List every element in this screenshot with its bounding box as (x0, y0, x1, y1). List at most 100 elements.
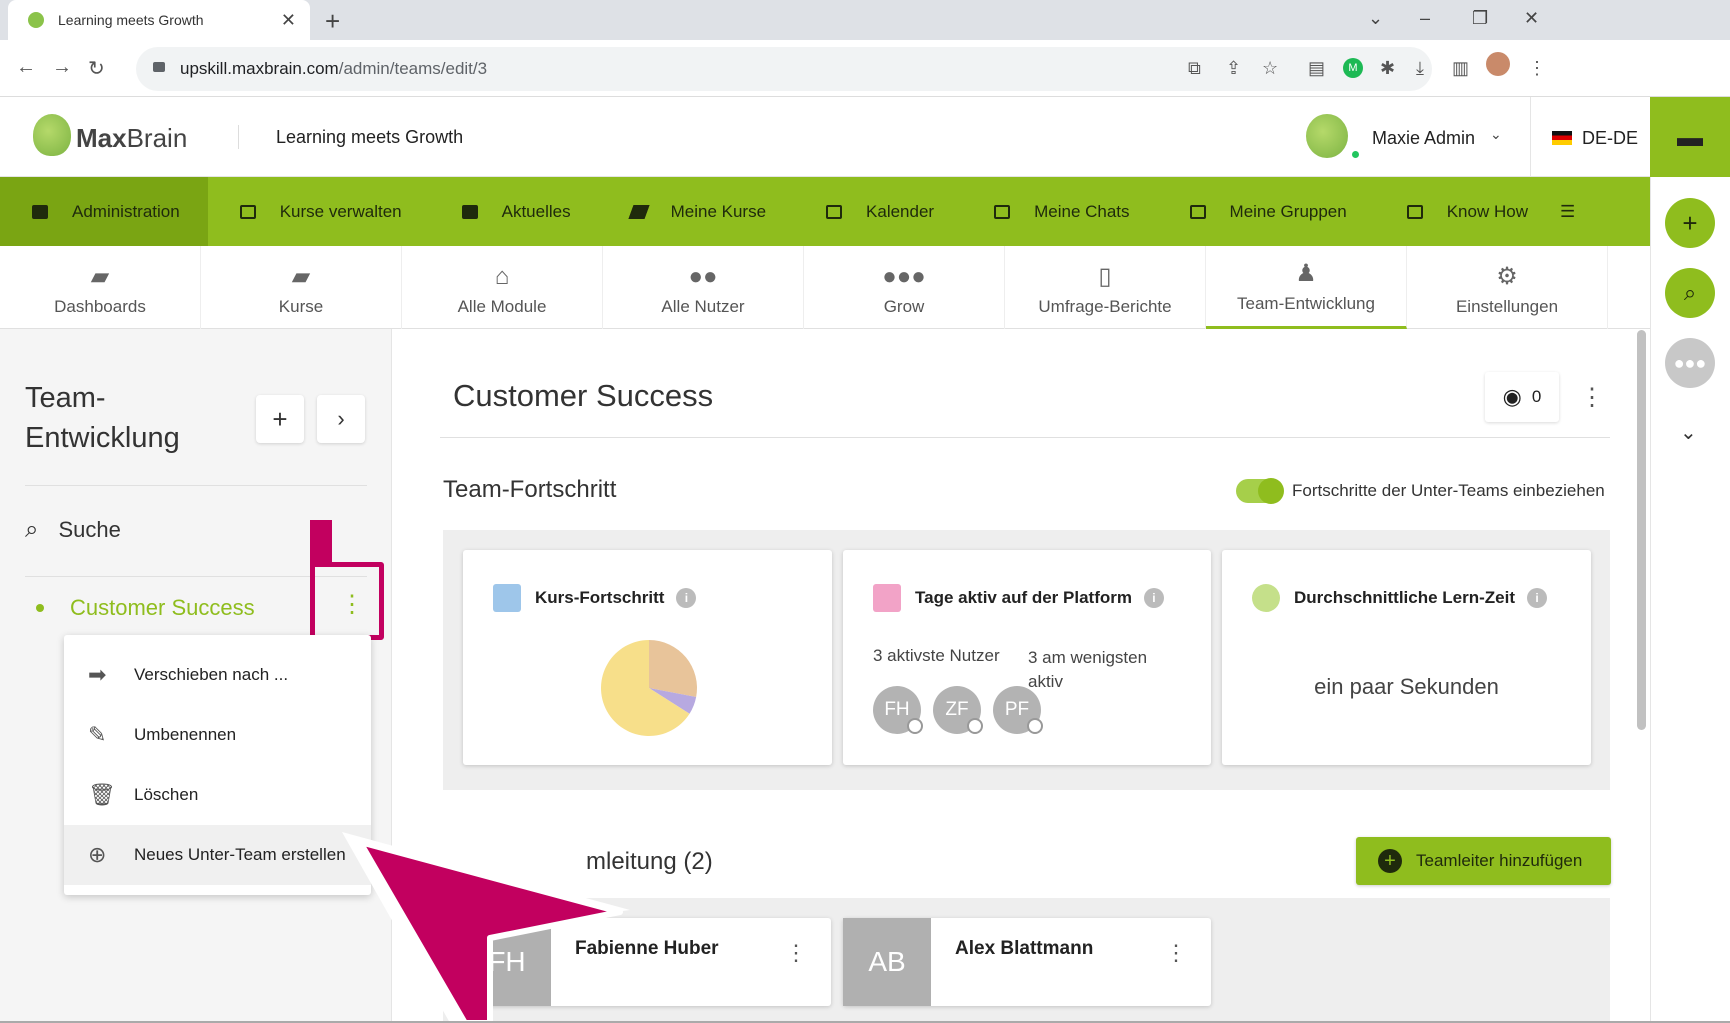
add-button[interactable]: + (1665, 198, 1715, 248)
leader-more-icon[interactable]: ⋮ (1165, 940, 1187, 966)
extension-m-icon[interactable]: M (1343, 58, 1363, 78)
progress-pie-chart (601, 640, 697, 736)
extension-stack-icon[interactable]: ▤ (1308, 58, 1325, 79)
browser-tab[interactable]: Learning meets Growth ✕ (8, 0, 310, 40)
news-icon (461, 204, 478, 219)
card-avg-learning-time: Durchschnittliche Lern-Zeit i ein paar Se… (1222, 550, 1591, 765)
back-icon[interactable]: ← (16, 56, 36, 79)
tab-alle-module[interactable]: ⌂ Alle Module (402, 246, 603, 329)
user-name[interactable]: Maxie Admin (1372, 128, 1475, 149)
reload-icon[interactable]: ↻ (88, 56, 105, 81)
add-team-button[interactable]: + (256, 395, 304, 443)
nav-meine-kurse[interactable]: Meine Kurse (599, 177, 794, 246)
browser-tab-title: Learning meets Growth (58, 12, 204, 28)
menu-item-rename[interactable]: ✎ Umbenennen (64, 705, 371, 765)
nav-kalender[interactable]: Kalender (794, 177, 962, 246)
users-icon: ●● (688, 263, 718, 290)
sidebar-divider (25, 485, 367, 486)
menu-item-move[interactable]: ➡ Verschieben nach ... (64, 645, 371, 705)
tab-dashboards[interactable]: ▰ Dashboards (0, 246, 201, 329)
tab-umfrage-berichte[interactable]: ▯ Umfrage-Berichte (1005, 246, 1206, 329)
profile-avatar[interactable] (1486, 52, 1510, 76)
team-icon: ♟ (1295, 260, 1317, 287)
expand-button[interactable]: › (317, 395, 365, 443)
sidebar-search[interactable]: ⌕ Suche (25, 516, 121, 544)
download-icon[interactable]: ⤓ (1416, 58, 1424, 79)
translate-icon[interactable]: ⧉ (1188, 58, 1201, 79)
tab-team-entwicklung[interactable]: ♟ Team-Entwicklung (1206, 246, 1407, 329)
chevron-down-icon[interactable]: ⌄ (1490, 126, 1502, 143)
most-active-label: 3 aktivste Nutzer (873, 646, 1000, 665)
header-divider (238, 125, 239, 149)
leader-more-icon[interactable]: ⋮ (785, 940, 807, 966)
puzzle-icon[interactable]: ✱ (1380, 58, 1395, 79)
card-course-progress: Kurs-Fortschritt i (463, 550, 832, 765)
team-more-icon[interactable]: ⋮ (340, 593, 364, 617)
eye-icon: ◉ (1502, 384, 1522, 409)
toggle-knob[interactable] (1258, 478, 1284, 504)
trash-icon: 🗑 (88, 782, 116, 807)
course-progress-icon (493, 584, 521, 612)
user-avatar-zf[interactable]: ZF (933, 686, 983, 734)
lang-divider (1530, 97, 1531, 177)
progress-section-title: Team-Fortschritt (443, 476, 617, 503)
sidepanel-icon[interactable]: ▥ (1452, 58, 1469, 79)
browser-menu-icon[interactable]: ⋮ (1528, 58, 1546, 79)
new-tab-icon[interactable]: + (325, 6, 340, 37)
nav-meine-gruppen[interactable]: Meine Gruppen (1158, 177, 1375, 246)
tab-alle-nutzer[interactable]: ●● Alle Nutzer (603, 246, 804, 329)
brain-logo-icon (33, 114, 71, 156)
sidebar-title: Team- Entwicklung (25, 382, 180, 454)
share-icon[interactable]: ⇪ (1226, 58, 1241, 79)
user-avatar-pf[interactable]: PF (993, 686, 1043, 734)
restore-icon[interactable]: ❐ (1472, 8, 1488, 29)
info-icon[interactable]: i (1143, 588, 1164, 608)
tagline: Learning meets Growth (276, 127, 464, 147)
nav-administration[interactable]: Administration (0, 177, 208, 246)
tab-kurse[interactable]: ▰ Kurse (201, 246, 402, 329)
logo-text[interactable]: MaxBrain (76, 123, 187, 154)
nav-meine-chats[interactable]: Meine Chats (962, 177, 1157, 246)
menu-item-delete[interactable]: 🗑 Löschen (64, 765, 371, 825)
tab-einstellungen[interactable]: ⚙ Einstellungen (1407, 246, 1608, 329)
info-icon[interactable]: i (676, 588, 697, 608)
clock-icon (1252, 584, 1280, 612)
page-more-icon[interactable]: ⋮ (1580, 383, 1604, 412)
menu-collapse-icon: ☰ (1559, 201, 1576, 221)
nav-know-how[interactable]: Know How (1375, 177, 1556, 246)
dashboards-icon: ▰ (90, 263, 110, 290)
course-manage-icon (239, 204, 256, 219)
rail-chevron-down-icon[interactable]: ⌄ (1680, 420, 1697, 445)
tab-grow[interactable]: ●●● Grow (804, 246, 1005, 329)
bank-icon: ⌂ (494, 263, 510, 290)
bookmark-star-icon[interactable]: ☆ (1262, 58, 1278, 79)
window-close-icon[interactable]: ✕ (1524, 8, 1539, 29)
team-item-customer-success[interactable]: Customer Success (70, 595, 255, 621)
nav-kurse-verwalten[interactable]: Kurse verwalten (208, 177, 430, 246)
user-avatar-fh[interactable]: FH (873, 686, 923, 734)
tab-search-icon[interactable]: ⌄ (1368, 8, 1383, 29)
leader-name: Alex Blattmann (955, 938, 1094, 959)
nav-collapse[interactable]: ☰ (1556, 177, 1603, 246)
minimize-icon[interactable]: – (1420, 8, 1430, 29)
language-selector[interactable]: DE-DE (1582, 128, 1638, 149)
leader-card[interactable]: AB Alex Blattmann ⋮ (843, 918, 1211, 1006)
menu-item-new-subteam[interactable]: ⊕ Neues Unter-Team erstellen (64, 825, 371, 885)
favicon-icon (28, 12, 44, 28)
german-flag-icon (1552, 131, 1572, 145)
search-icon: ⌕ (1683, 280, 1697, 305)
close-tab-icon[interactable]: ✕ (281, 10, 296, 31)
forward-icon[interactable]: → (52, 56, 72, 79)
search-button[interactable]: ⌕ (1665, 268, 1715, 318)
page-title: Customer Success (453, 378, 714, 413)
add-team-leader-button[interactable]: + Teamleiter hinzufügen (1356, 837, 1611, 885)
views-counter[interactable]: ◉ 0 (1485, 372, 1559, 422)
info-icon[interactable]: i (1527, 588, 1548, 608)
nav-aktuelles[interactable]: Aktuelles (430, 177, 599, 246)
user-avatar[interactable] (1306, 114, 1348, 158)
content-scrollbar[interactable] (1637, 330, 1646, 730)
sub-nav: ▰ Dashboards ▰ Kurse ⌂ Alle Module ●● Alle N… (0, 246, 1650, 329)
url-path: /admin/teams/edit/3 (338, 59, 488, 78)
community-button[interactable]: ●●● (1665, 338, 1715, 388)
chat-button[interactable]: ▬ (1650, 97, 1730, 177)
